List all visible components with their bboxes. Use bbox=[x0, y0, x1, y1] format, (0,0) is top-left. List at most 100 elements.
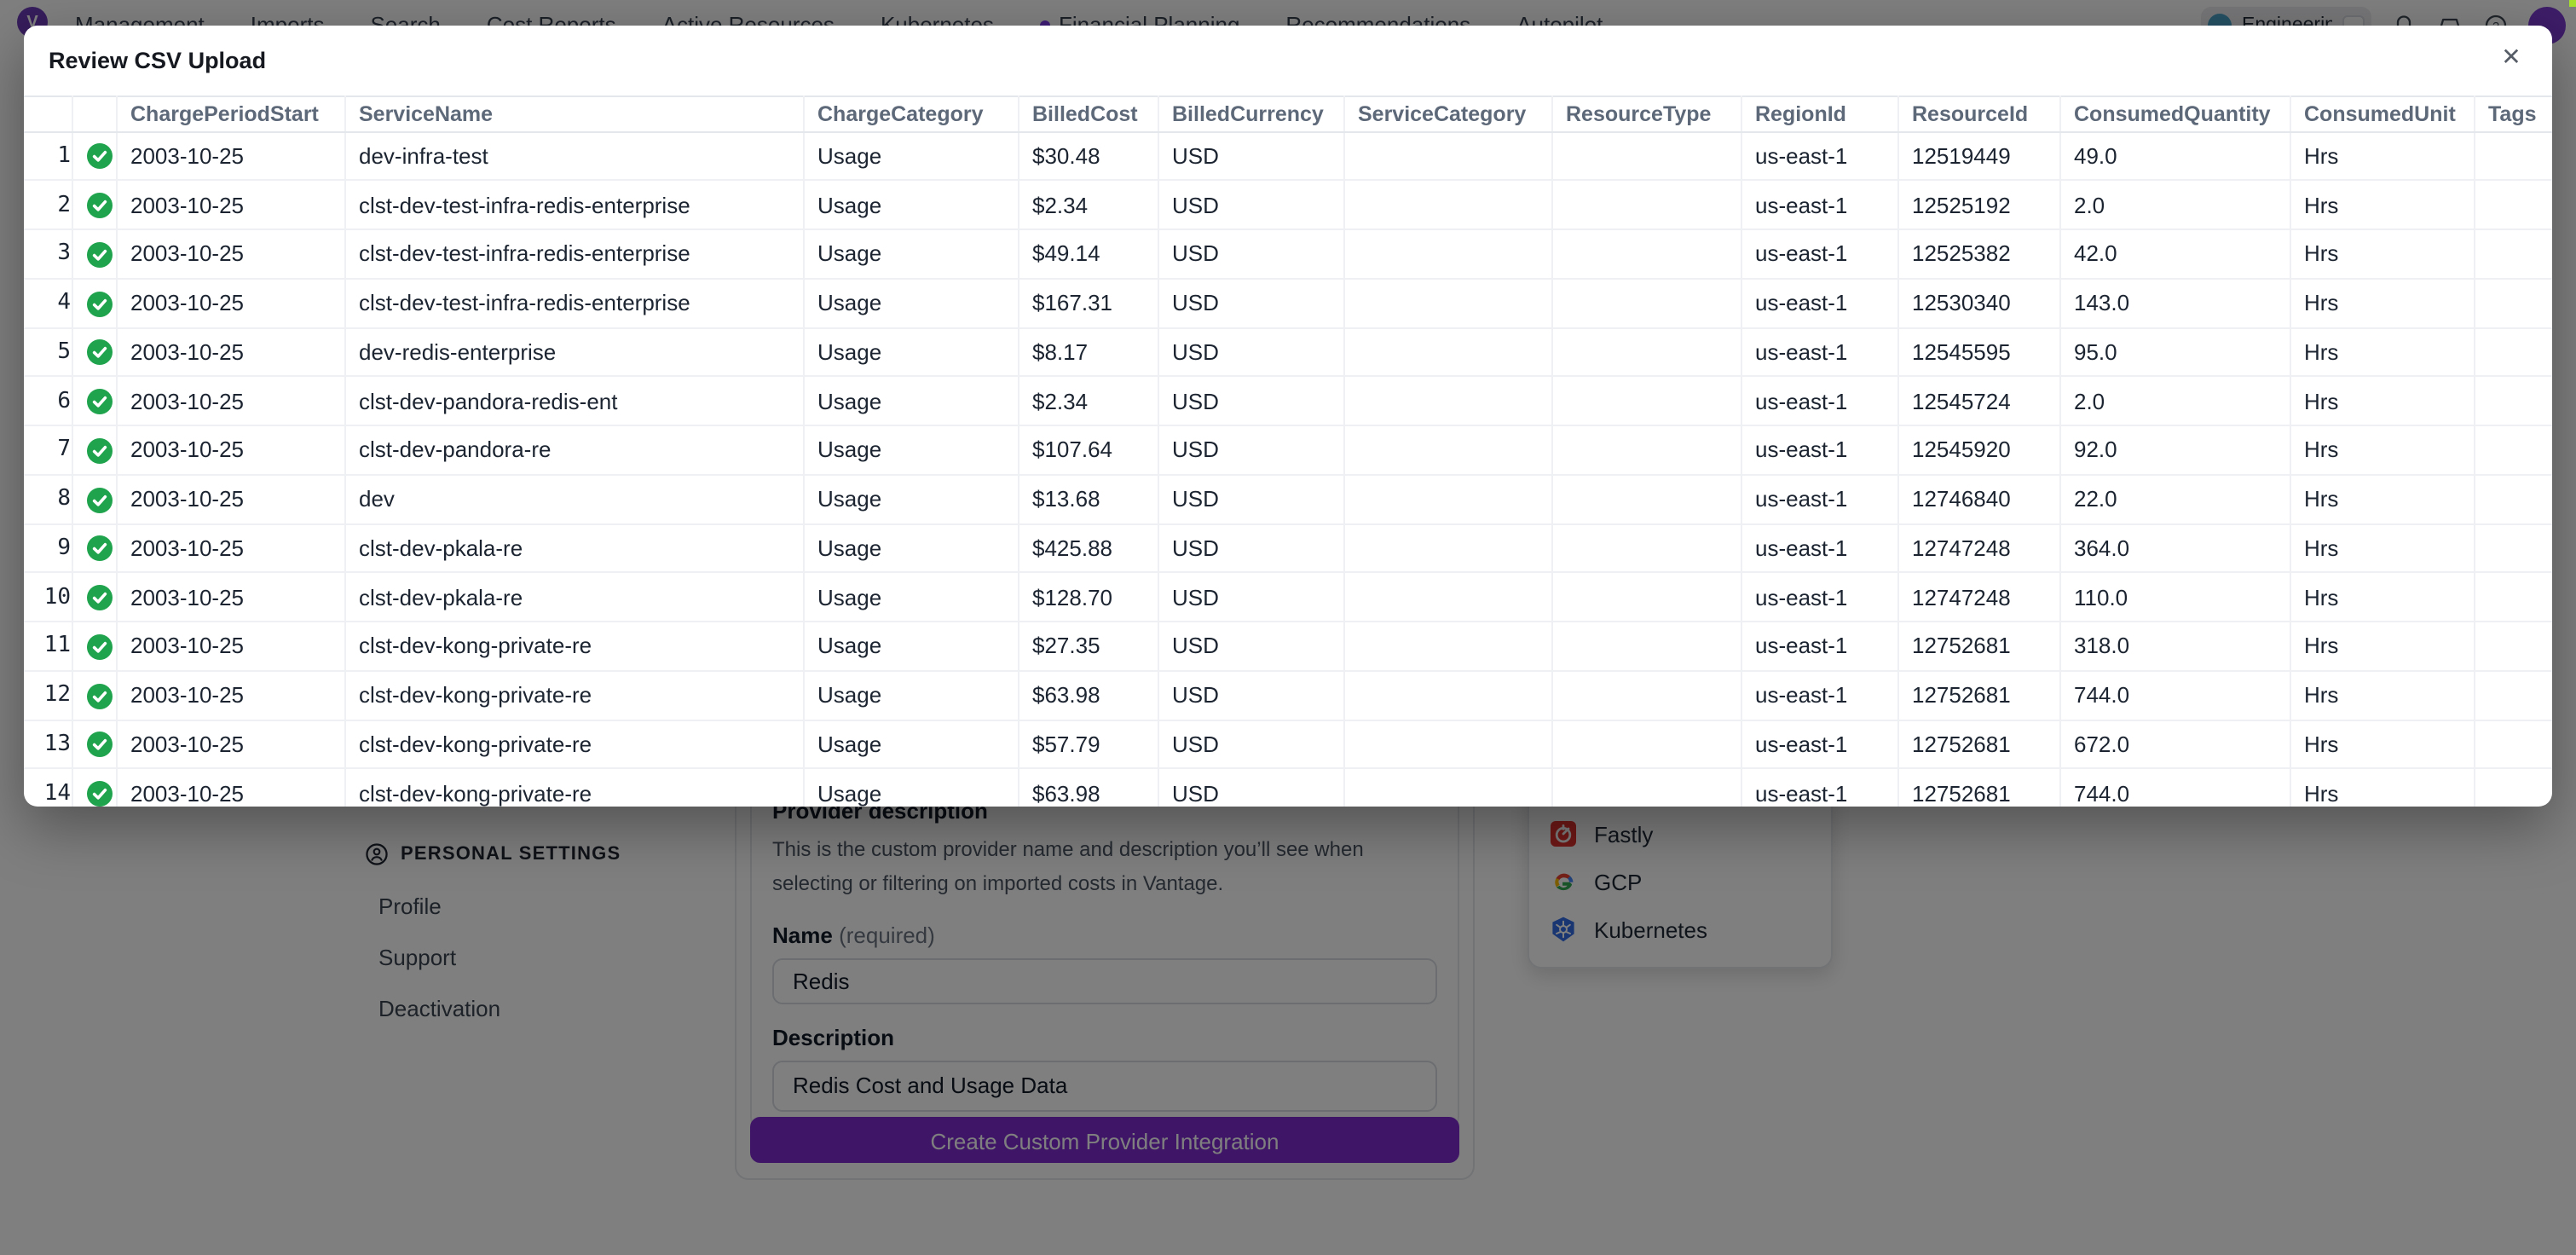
cell-unit: Hrs bbox=[2290, 229, 2474, 279]
cell-unit: Hrs bbox=[2290, 475, 2474, 524]
cell-category: Usage bbox=[803, 720, 1018, 769]
row-status-cell bbox=[72, 377, 116, 426]
cell-unit: Hrs bbox=[2290, 523, 2474, 573]
cell-service: clst-dev-test-infra-redis-enterprise bbox=[344, 279, 803, 328]
valid-check-icon bbox=[86, 144, 112, 170]
review-csv-modal: Review CSV Upload ✕ ChargePeriodStartSer… bbox=[24, 26, 2552, 806]
cell-region: us-east-1 bbox=[1741, 377, 1897, 426]
valid-check-icon bbox=[86, 781, 112, 806]
cell-tags bbox=[2474, 279, 2552, 328]
valid-check-icon bbox=[86, 242, 112, 268]
valid-check-icon bbox=[86, 536, 112, 562]
cell-service: clst-dev-pkala-re bbox=[344, 573, 803, 622]
cell-unit: Hrs bbox=[2290, 769, 2474, 807]
cell-region: us-east-1 bbox=[1741, 769, 1897, 807]
cell-currency: USD bbox=[1158, 523, 1343, 573]
cell-category: Usage bbox=[803, 671, 1018, 720]
row-status-cell bbox=[72, 769, 116, 807]
row-status-cell bbox=[72, 425, 116, 475]
cell-cost: $27.35 bbox=[1018, 622, 1158, 671]
cell-date: 2003-10-25 bbox=[116, 523, 344, 573]
cell-service: clst-dev-pkala-re bbox=[344, 523, 803, 573]
screen-corner-indicator bbox=[2569, 0, 2576, 6]
cell-category: Usage bbox=[803, 279, 1018, 328]
row-number: 3 bbox=[24, 229, 72, 279]
row-status-cell bbox=[72, 181, 116, 230]
cell-date: 2003-10-25 bbox=[116, 720, 344, 769]
cell-currency: USD bbox=[1158, 377, 1343, 426]
cell-date: 2003-10-25 bbox=[116, 377, 344, 426]
screen: V ManagementImportsSearchCost ReportsAct… bbox=[0, 0, 2576, 1255]
cell-service_category bbox=[1343, 377, 1551, 426]
cell-category: Usage bbox=[803, 523, 1018, 573]
cell-date: 2003-10-25 bbox=[116, 671, 344, 720]
cell-cost: $57.79 bbox=[1018, 720, 1158, 769]
cell-tags bbox=[2474, 229, 2552, 279]
cell-category: Usage bbox=[803, 131, 1018, 181]
cell-resource_type bbox=[1551, 622, 1741, 671]
cell-service: clst-dev-pandora-redis-ent bbox=[344, 377, 803, 426]
row-status-cell bbox=[72, 475, 116, 524]
cell-service_category bbox=[1343, 327, 1551, 377]
valid-check-icon bbox=[86, 291, 112, 316]
cell-resource_type bbox=[1551, 475, 1741, 524]
row-status-cell bbox=[72, 327, 116, 377]
cell-currency: USD bbox=[1158, 769, 1343, 807]
cell-region: us-east-1 bbox=[1741, 131, 1897, 181]
row-status-cell bbox=[72, 671, 116, 720]
cell-cost: $30.48 bbox=[1018, 131, 1158, 181]
cell-quantity: 22.0 bbox=[2059, 475, 2290, 524]
cell-unit: Hrs bbox=[2290, 279, 2474, 328]
cell-quantity: 364.0 bbox=[2059, 523, 2290, 573]
cell-service: clst-dev-kong-private-re bbox=[344, 720, 803, 769]
cell-service_category bbox=[1343, 475, 1551, 524]
cell-region: us-east-1 bbox=[1741, 573, 1897, 622]
cell-resource_type bbox=[1551, 131, 1741, 181]
cell-currency: USD bbox=[1158, 131, 1343, 181]
cell-region: us-east-1 bbox=[1741, 720, 1897, 769]
cell-resource_type bbox=[1551, 523, 1741, 573]
cell-resource_type bbox=[1551, 229, 1741, 279]
cell-quantity: 2.0 bbox=[2059, 377, 2290, 426]
cell-region: us-east-1 bbox=[1741, 622, 1897, 671]
close-icon[interactable]: ✕ bbox=[2494, 41, 2528, 75]
column-header-tags: Tags bbox=[2474, 96, 2552, 131]
cell-tags bbox=[2474, 523, 2552, 573]
cell-resource_id: 12525382 bbox=[1897, 229, 2059, 279]
cell-tags bbox=[2474, 622, 2552, 671]
cell-resource_id: 12752681 bbox=[1897, 769, 2059, 807]
row-status-cell bbox=[72, 279, 116, 328]
cell-unit: Hrs bbox=[2290, 671, 2474, 720]
cell-currency: USD bbox=[1158, 622, 1343, 671]
cell-tags bbox=[2474, 573, 2552, 622]
cell-resource_type bbox=[1551, 425, 1741, 475]
cell-currency: USD bbox=[1158, 181, 1343, 230]
cell-category: Usage bbox=[803, 181, 1018, 230]
cell-service_category bbox=[1343, 523, 1551, 573]
cell-region: us-east-1 bbox=[1741, 181, 1897, 230]
cell-region: us-east-1 bbox=[1741, 229, 1897, 279]
column-header-chargeperiodstart: ChargePeriodStart bbox=[116, 96, 344, 131]
valid-check-icon bbox=[86, 634, 112, 660]
cell-quantity: 49.0 bbox=[2059, 131, 2290, 181]
cell-date: 2003-10-25 bbox=[116, 573, 344, 622]
row-number: 8 bbox=[24, 475, 72, 524]
cell-cost: $128.70 bbox=[1018, 573, 1158, 622]
cell-region: us-east-1 bbox=[1741, 523, 1897, 573]
cell-quantity: 95.0 bbox=[2059, 327, 2290, 377]
cell-quantity: 143.0 bbox=[2059, 279, 2290, 328]
cell-quantity: 744.0 bbox=[2059, 769, 2290, 807]
cell-unit: Hrs bbox=[2290, 131, 2474, 181]
cell-currency: USD bbox=[1158, 573, 1343, 622]
row-number: 2 bbox=[24, 181, 72, 230]
cell-tags bbox=[2474, 131, 2552, 181]
cell-service_category bbox=[1343, 181, 1551, 230]
row-number: 1 bbox=[24, 131, 72, 181]
row-number: 11 bbox=[24, 622, 72, 671]
valid-check-icon bbox=[86, 193, 112, 218]
cell-resource_id: 12545724 bbox=[1897, 377, 2059, 426]
table-row: 62003-10-25clst-dev-pandora-redis-entUsa… bbox=[24, 377, 2552, 426]
cell-currency: USD bbox=[1158, 475, 1343, 524]
table-row: 92003-10-25clst-dev-pkala-reUsage$425.88… bbox=[24, 523, 2552, 573]
column-header bbox=[24, 96, 72, 131]
